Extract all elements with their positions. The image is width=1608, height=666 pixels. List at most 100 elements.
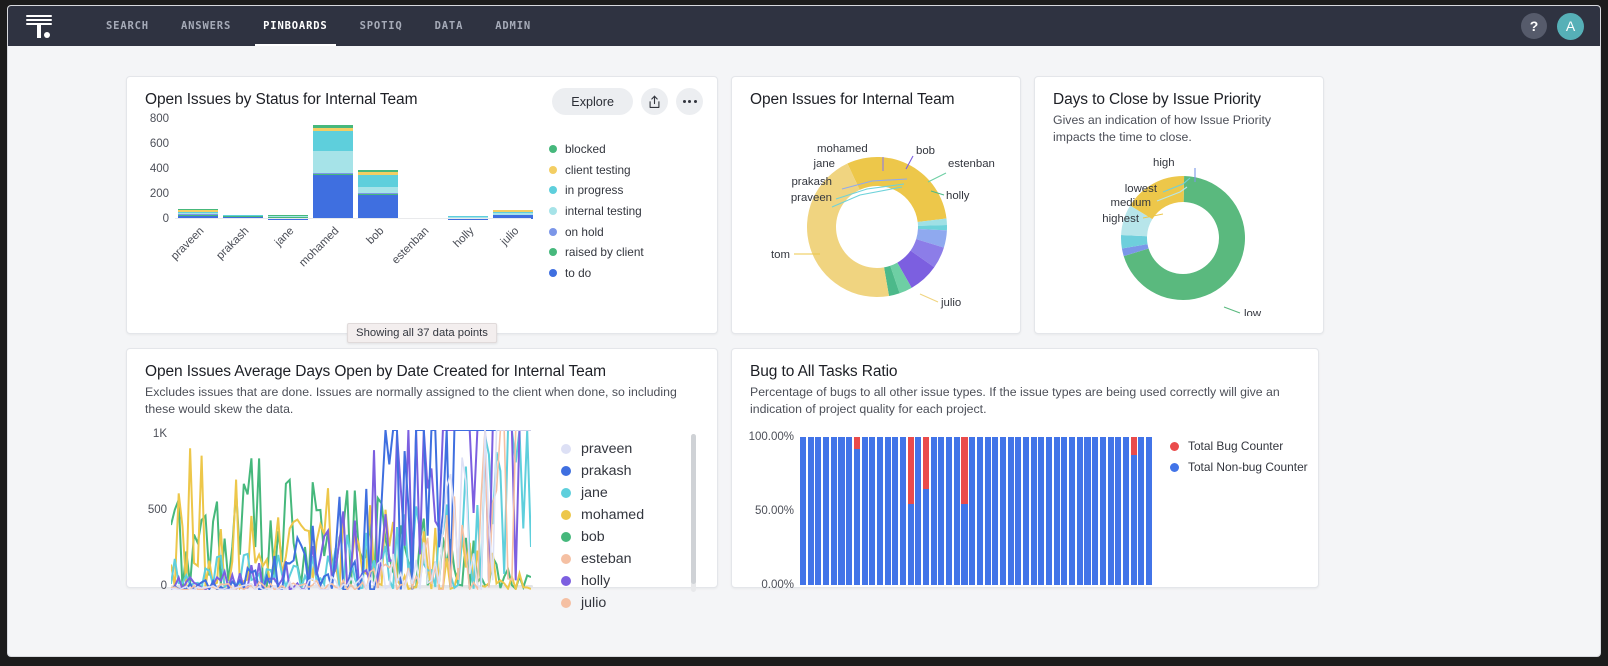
bar-column[interactable] (355, 170, 400, 219)
ratio-bar-column[interactable] (1099, 436, 1106, 585)
ratio-bar-column[interactable] (815, 436, 822, 585)
ratio-bar-column[interactable] (1115, 436, 1122, 585)
bar-segment-non-bug[interactable] (823, 436, 830, 585)
legend-item-blocked[interactable]: blocked (549, 139, 644, 160)
bar-segment-bug[interactable] (853, 436, 860, 449)
legend-item-praveen[interactable]: praveen (561, 438, 702, 460)
bar-segment-non-bug[interactable] (899, 436, 907, 585)
bar-segment[interactable] (357, 194, 398, 219)
legend-item-esteban[interactable]: esteban (561, 548, 702, 570)
bar-segment[interactable] (312, 131, 353, 152)
bar-segment[interactable] (312, 151, 353, 173)
ratio-bar-column[interactable] (1061, 436, 1068, 585)
ratio-bar-column[interactable] (1076, 436, 1083, 585)
bar-segment-non-bug[interactable] (1046, 436, 1053, 585)
nav-item-admin[interactable]: ADMIN (479, 6, 547, 46)
ratio-bar-column[interactable] (892, 436, 899, 585)
ratio-bar-column[interactable] (976, 436, 983, 585)
nav-item-data[interactable]: DATA (419, 6, 480, 46)
help-icon[interactable]: ? (1521, 13, 1547, 39)
ratio-bar-column[interactable] (800, 436, 807, 585)
bar-segment-non-bug[interactable] (1107, 436, 1114, 585)
ratio-bar-column[interactable] (984, 436, 991, 585)
legend-item-on-hold[interactable]: on hold (549, 221, 644, 242)
ratio-bar-column[interactable] (846, 436, 853, 585)
nav-item-spotiq[interactable]: SPOTIQ (344, 6, 419, 46)
bar-segment-non-bug[interactable] (1007, 436, 1014, 585)
bar-segment-non-bug[interactable] (1099, 436, 1106, 585)
bar-segment-non-bug[interactable] (830, 436, 837, 585)
bar-segment-bug[interactable] (907, 436, 914, 504)
ratio-bar-column[interactable] (953, 436, 960, 585)
legend-item-in-progress[interactable]: in progress (549, 180, 644, 201)
legend-item-total-non-bug-counter[interactable]: Total Non-bug Counter (1170, 457, 1308, 478)
bar-segment-non-bug[interactable] (1069, 436, 1076, 585)
ratio-bar-column[interactable] (1145, 436, 1153, 585)
ratio-bar-column[interactable] (1038, 436, 1045, 585)
bar-segment-non-bug[interactable] (838, 436, 845, 585)
ratio-bar-column[interactable] (1130, 436, 1137, 585)
legend-scrollbar-thumb[interactable] (691, 433, 696, 584)
ratio-bar-column[interactable] (907, 436, 914, 585)
avatar[interactable]: A (1557, 12, 1584, 40)
ratio-bar-column[interactable] (1069, 436, 1076, 585)
bar-segment-non-bug[interactable] (1115, 436, 1122, 585)
ratio-bar-column[interactable] (992, 436, 999, 585)
legend-item-bob[interactable]: bob (561, 526, 702, 548)
bar-segment-non-bug[interactable] (1084, 436, 1091, 585)
bar-segment[interactable] (312, 175, 353, 219)
legend-item-julio[interactable]: julio (561, 592, 702, 614)
nav-item-search[interactable]: SEARCH (90, 6, 165, 46)
donut-slice-tom[interactable] (847, 157, 947, 223)
ratio-bar-column[interactable] (1030, 436, 1037, 585)
bar-segment-non-bug[interactable] (976, 436, 983, 585)
ratio-bar-column[interactable] (930, 436, 937, 585)
ratio-bar-column[interactable] (838, 436, 845, 585)
ratio-bar-column[interactable] (999, 436, 1006, 585)
ratio-bar-column[interactable] (807, 436, 814, 585)
bar-segment-non-bug[interactable] (807, 436, 814, 585)
ratio-bar-column[interactable] (938, 436, 945, 585)
ratio-bar-column[interactable] (1007, 436, 1014, 585)
bar-segment-non-bug[interactable] (800, 436, 807, 585)
ratio-bar-column[interactable] (1138, 436, 1145, 585)
bar-segment-non-bug[interactable] (961, 503, 968, 585)
bar-segment-non-bug[interactable] (992, 436, 999, 585)
legend-item-total-bug-counter[interactable]: Total Bug Counter (1170, 436, 1308, 457)
bar-column[interactable] (310, 125, 355, 219)
nav-item-pinboards[interactable]: PINBOARDS (247, 6, 343, 46)
bar-segment-non-bug[interactable] (1138, 436, 1145, 585)
ratio-bar-column[interactable] (869, 436, 876, 585)
bar-segment-non-bug[interactable] (1145, 436, 1153, 585)
bar-segment-non-bug[interactable] (953, 436, 960, 585)
more-options-icon[interactable] (676, 88, 703, 115)
bar-segment-non-bug[interactable] (1092, 436, 1099, 585)
bar-segment-non-bug[interactable] (1038, 436, 1045, 585)
app-logo[interactable] (8, 6, 70, 46)
bar-segment-non-bug[interactable] (1022, 436, 1030, 585)
share-icon[interactable] (641, 88, 668, 115)
ratio-bar-column[interactable] (830, 436, 837, 585)
bar-segment[interactable] (357, 175, 398, 187)
bar-segment-non-bug[interactable] (969, 436, 976, 585)
bar-segment-non-bug[interactable] (946, 436, 953, 585)
ratio-bar-column[interactable] (876, 436, 883, 585)
ratio-bar-column[interactable] (1053, 436, 1060, 585)
bar-segment-bug[interactable] (961, 436, 968, 504)
bar-segment-non-bug[interactable] (1076, 436, 1083, 585)
bar-segment-non-bug[interactable] (984, 436, 991, 585)
ratio-bar-column[interactable] (1107, 436, 1114, 585)
bar-segment-bug[interactable] (1130, 436, 1137, 455)
bar-segment-non-bug[interactable] (846, 436, 853, 585)
bar-segment-non-bug[interactable] (1122, 436, 1129, 585)
bar-segment-non-bug[interactable] (1053, 436, 1060, 585)
bar-segment-non-bug[interactable] (915, 436, 922, 585)
ratio-bar-column[interactable] (884, 436, 891, 585)
bar-segment-non-bug[interactable] (923, 488, 930, 585)
ratio-bar-column[interactable] (969, 436, 976, 585)
nav-item-answers[interactable]: ANSWERS (165, 6, 247, 46)
ratio-bar-column[interactable] (1046, 436, 1053, 585)
legend-item-prakash[interactable]: prakash (561, 460, 702, 482)
bar-segment-non-bug[interactable] (869, 436, 876, 585)
ratio-bar-column[interactable] (1015, 436, 1022, 585)
